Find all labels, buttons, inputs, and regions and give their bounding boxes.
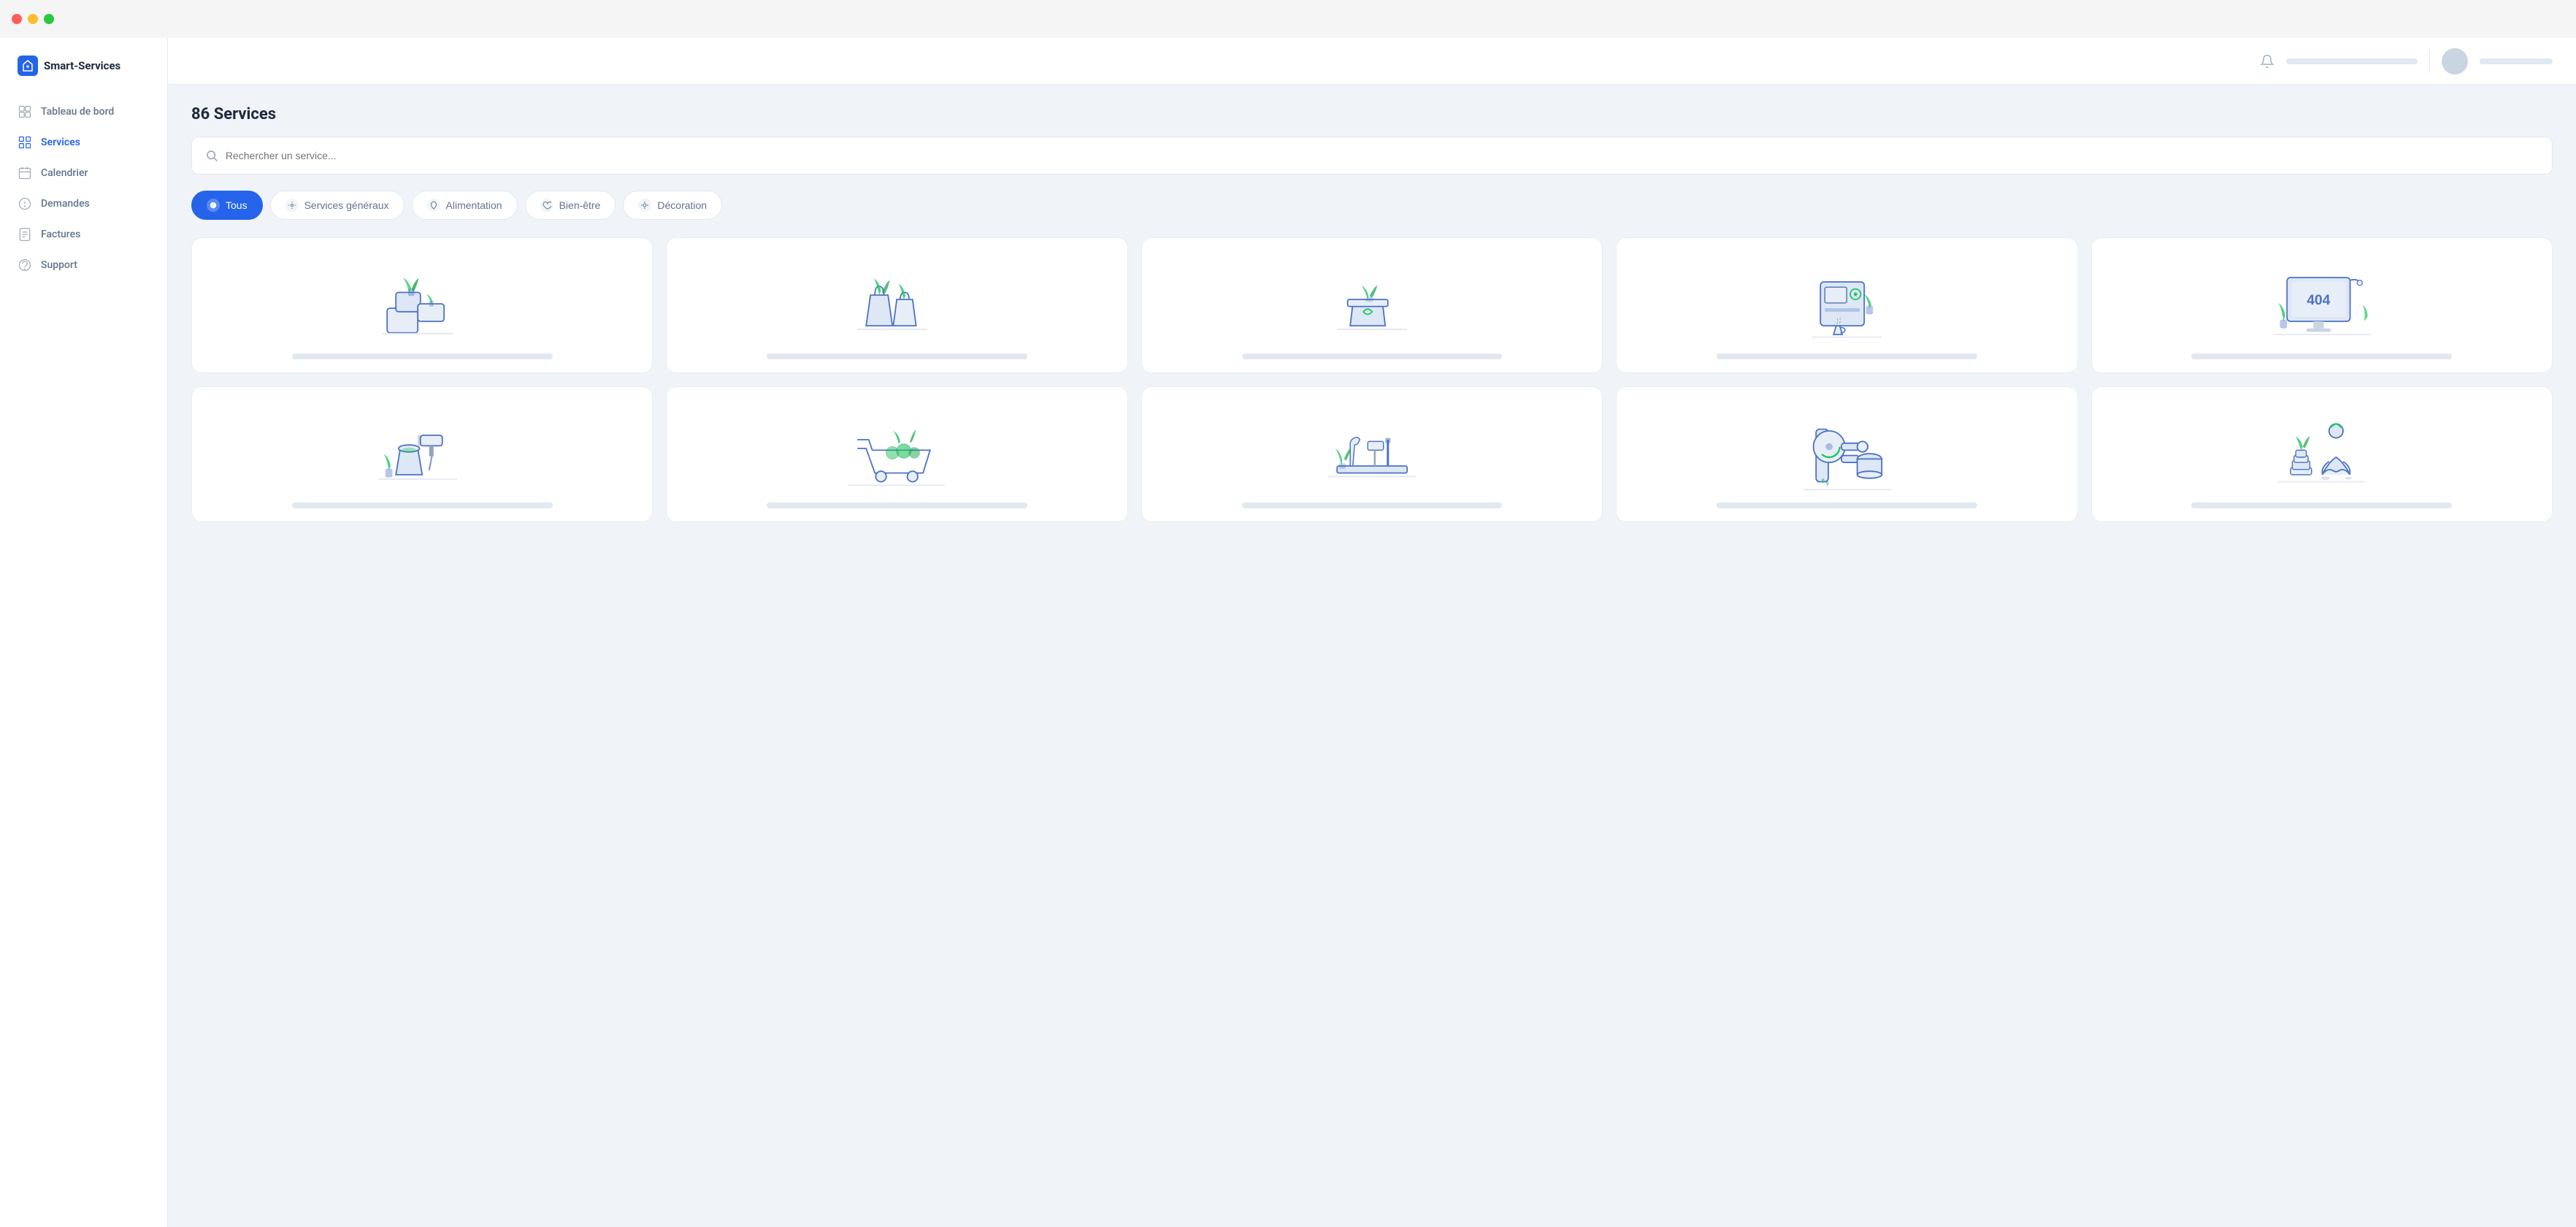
search-input[interactable]: [226, 150, 2539, 161]
filter-tab-bien-etre[interactable]: Bien-être: [525, 191, 616, 220]
service-card-6[interactable]: [191, 386, 653, 522]
filter-tab-alimentation[interactable]: Alimentation: [412, 191, 518, 220]
services-count: 86 Services: [191, 105, 2553, 123]
search-icon: [205, 149, 218, 162]
main-content: 86 Services: [168, 38, 2576, 1227]
services-header: 86 Services: [191, 105, 2553, 123]
sidebar-item-tableau-de-bord-label: Tableau de bord: [41, 106, 114, 118]
user-name-bar: [2480, 58, 2553, 64]
service-illustration-1: [205, 256, 639, 343]
filter-tab-services-generaux[interactable]: Services généraux: [270, 191, 405, 220]
service-card-4[interactable]: [1616, 237, 2077, 373]
service-illustration-5: 404: [2105, 256, 2539, 343]
sidebar-item-support-label: Support: [41, 259, 77, 271]
service-text-bar-9: [1717, 502, 1977, 508]
svg-text:404: 404: [2307, 293, 2330, 308]
filter-tab-services-generaux-label: Services généraux: [304, 199, 389, 211]
service-card-2[interactable]: [666, 237, 1127, 373]
logo-text: Smart-Services: [44, 59, 120, 72]
service-card-7[interactable]: [666, 386, 1127, 522]
service-text-bar-7: [767, 502, 1027, 508]
service-illustration-8: [1155, 405, 1589, 492]
service-card-5[interactable]: 404: [2091, 237, 2553, 373]
sidebar: Smart-Services Tableau de bord: [0, 38, 168, 1227]
sidebar-item-demandes-label: Demandes: [41, 198, 90, 210]
app-layout: Smart-Services Tableau de bord: [0, 38, 2576, 1227]
minimize-button[interactable]: [28, 14, 38, 24]
bell-icon[interactable]: [2260, 54, 2274, 69]
filter-tab-tous[interactable]: Tous: [191, 191, 263, 220]
sidebar-item-factures[interactable]: Factures: [0, 219, 167, 250]
filter-tabs: Tous Services généraux: [191, 191, 2553, 220]
sidebar-item-services[interactable]: Services: [0, 127, 167, 158]
services-generaux-icon: [285, 199, 299, 212]
service-text-bar-1: [292, 353, 553, 359]
sidebar-item-services-label: Services: [41, 137, 80, 148]
avatar: [2442, 48, 2468, 74]
filter-tab-decoration-label: Décoration: [657, 199, 707, 211]
service-card-3[interactable]: [1141, 237, 1603, 373]
service-text-bar-8: [1242, 502, 1503, 508]
service-illustration-6: [205, 405, 639, 492]
filter-tab-tous-label: Tous: [226, 199, 248, 211]
filter-tab-alimentation-label: Alimentation: [446, 199, 502, 211]
logo: Smart-Services: [0, 56, 167, 96]
sidebar-item-demandes[interactable]: Demandes: [0, 188, 167, 219]
services-grid: 404: [191, 237, 2553, 522]
logo-icon: [18, 56, 38, 76]
topbar-divider: [2429, 50, 2430, 73]
service-illustration-2: [680, 256, 1113, 343]
filter-tab-decoration[interactable]: Décoration: [623, 191, 722, 220]
alimentation-icon: [427, 199, 440, 212]
decoration-icon: [638, 199, 651, 212]
close-button[interactable]: [12, 14, 22, 24]
service-illustration-10: [2105, 405, 2539, 492]
filter-tab-bien-etre-label: Bien-être: [559, 199, 601, 211]
service-illustration-9: [1630, 405, 2063, 492]
sidebar-item-calendrier[interactable]: Calendrier: [0, 158, 167, 188]
bien-etre-icon: [540, 199, 553, 212]
topbar-search-bar: [2286, 58, 2418, 64]
service-card-8[interactable]: [1141, 386, 1603, 522]
topbar: [168, 38, 2576, 85]
service-text-bar-5: [2191, 353, 2452, 359]
sidebar-item-support[interactable]: Support: [0, 250, 167, 280]
sidebar-item-tableau-de-bord[interactable]: Tableau de bord: [0, 96, 167, 127]
maximize-button[interactable]: [44, 14, 54, 24]
service-card-10[interactable]: [2091, 386, 2553, 522]
service-text-bar-4: [1717, 353, 1977, 359]
titlebar: [0, 0, 2576, 38]
search-bar[interactable]: [191, 137, 2553, 175]
service-illustration-7: [680, 405, 1113, 492]
service-card-9[interactable]: [1616, 386, 2077, 522]
service-card-1[interactable]: [191, 237, 653, 373]
tous-icon: [207, 199, 220, 212]
sidebar-item-factures-label: Factures: [41, 229, 80, 240]
service-text-bar-2: [767, 353, 1027, 359]
service-illustration-3: [1155, 256, 1589, 343]
content-area: 86 Services: [168, 85, 2576, 1227]
service-text-bar-3: [1242, 353, 1503, 359]
sidebar-nav: Tableau de bord Services: [0, 96, 167, 280]
service-text-bar-10: [2191, 502, 2452, 508]
service-illustration-4: [1630, 256, 2063, 343]
service-text-bar-6: [292, 502, 553, 508]
sidebar-item-calendrier-label: Calendrier: [41, 167, 88, 179]
